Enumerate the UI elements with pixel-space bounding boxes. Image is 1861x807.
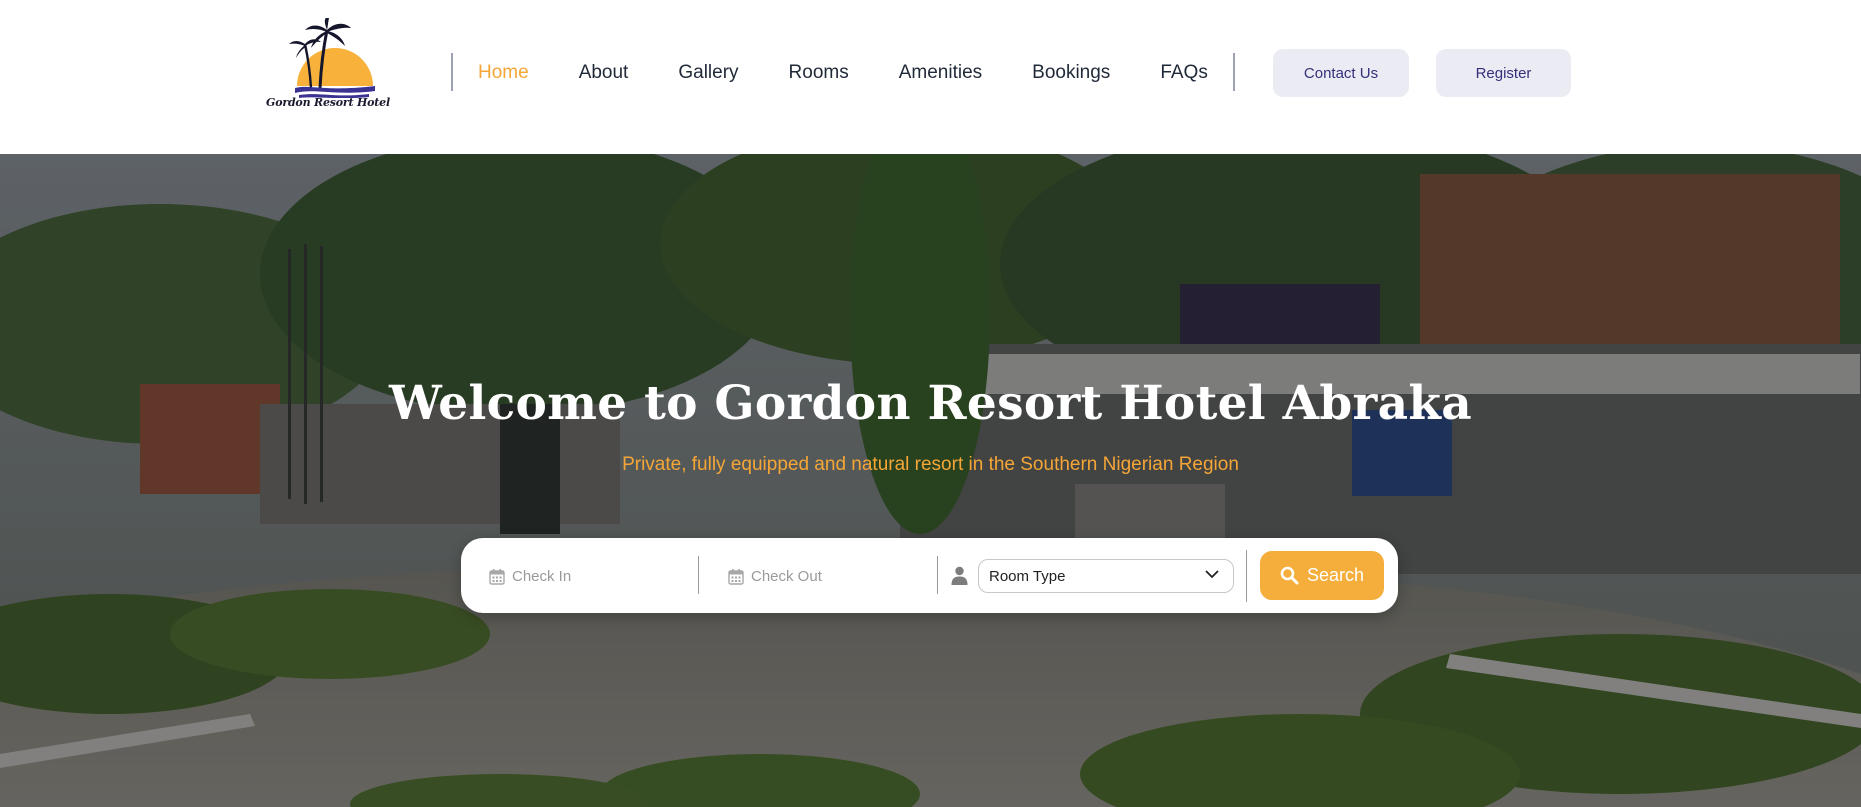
calendar-icon <box>489 568 505 585</box>
check-out-input[interactable] <box>751 567 911 585</box>
hero-section: Welcome to Gordon Resort Hotel Abraka Pr… <box>0 154 1861 807</box>
search-separator <box>698 556 699 594</box>
nav-item-home[interactable]: Home <box>478 62 529 84</box>
search-icon <box>1280 566 1299 585</box>
main-nav: Home About Gallery Rooms Amenities Booki… <box>478 58 1208 88</box>
room-type-select[interactable]: Room Type <box>978 559 1234 593</box>
check-in-field[interactable] <box>489 556 672 596</box>
chevron-down-icon <box>1205 570 1219 578</box>
search-button-label: Search <box>1306 565 1365 585</box>
hero-subtitle: Private, fully equipped and natural reso… <box>622 454 1239 475</box>
contact-us-button[interactable]: Contact Us <box>1273 49 1409 97</box>
search-separator <box>1246 550 1247 602</box>
check-out-field[interactable] <box>728 556 911 596</box>
site-logo[interactable]: Gordon Resort Hotel <box>265 18 391 114</box>
room-type-value: Room Type <box>989 567 1066 585</box>
check-in-input[interactable] <box>512 567 672 585</box>
site-header: Gordon Resort Hotel Home About Gallery R… <box>0 0 1861 154</box>
hero-overlay <box>0 154 1861 807</box>
nav-item-about[interactable]: About <box>579 62 629 84</box>
nav-item-rooms[interactable]: Rooms <box>789 62 849 84</box>
booking-search-bar: Room Type Search <box>461 538 1398 613</box>
register-button[interactable]: Register <box>1436 49 1571 97</box>
search-button[interactable]: Search <box>1260 551 1384 600</box>
nav-item-faqs[interactable]: FAQs <box>1160 62 1208 84</box>
search-separator <box>937 556 938 594</box>
nav-divider-left <box>451 53 453 91</box>
logo-icon <box>289 18 375 98</box>
calendar-icon <box>728 568 744 585</box>
nav-item-bookings[interactable]: Bookings <box>1032 62 1110 84</box>
hero-title: Welcome to Gordon Resort Hotel Abraka <box>389 376 1472 431</box>
nav-item-amenities[interactable]: Amenities <box>899 62 982 84</box>
user-icon <box>951 566 968 585</box>
logo-text: Gordon Resort Hotel <box>266 96 390 109</box>
nav-divider-right <box>1233 53 1235 91</box>
nav-item-gallery[interactable]: Gallery <box>678 62 738 84</box>
